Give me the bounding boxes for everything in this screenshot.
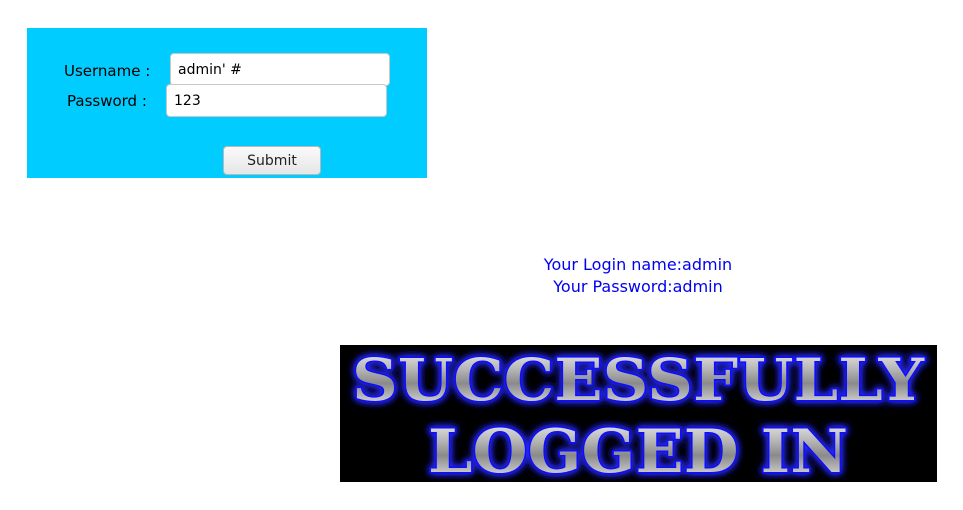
username-label: Username :: [64, 62, 151, 80]
banner-line-2: LOGGED IN: [428, 417, 848, 482]
success-banner-graphic: SUCCESSFULLY LOGGED IN: [340, 345, 937, 482]
submit-button[interactable]: Submit: [223, 146, 321, 175]
login-form-panel: Username : Password : Submit: [27, 28, 427, 178]
password-input[interactable]: [166, 84, 387, 117]
banner-line-1: SUCCESSFULLY: [352, 346, 925, 414]
username-input[interactable]: [170, 53, 390, 86]
login-password-text: Your Password:admin: [553, 277, 723, 296]
login-name-text: Your Login name:admin: [543, 255, 733, 274]
login-result: Your Login name:admin Your Password:admi…: [488, 254, 788, 298]
success-banner-image: SUCCESSFULLY LOGGED IN: [340, 345, 937, 482]
password-label: Password :: [67, 92, 147, 110]
